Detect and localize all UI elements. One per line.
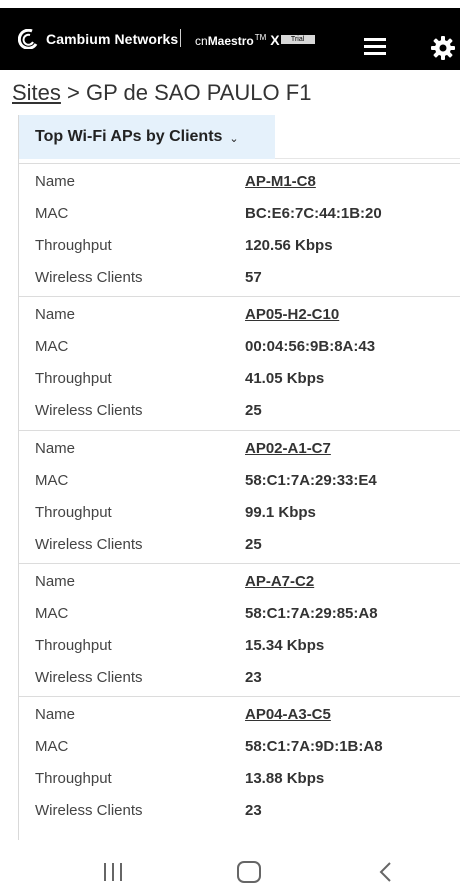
- panel-header-spacer: [275, 115, 460, 159]
- chevron-down-icon: ⌄: [229, 132, 239, 145]
- ap-mac-row: MAC 58:C1:7A:29:85:A8: [19, 605, 460, 637]
- ap-throughput-value: 99.1 Kbps: [245, 504, 316, 521]
- ap-throughput-value: 15.34 Kbps: [245, 637, 325, 654]
- throughput-label: Throughput: [35, 504, 112, 521]
- gear-icon[interactable]: [430, 35, 456, 61]
- ap-mac-row: MAC 58:C1:7A:29:33:E4: [19, 472, 460, 504]
- name-label: Name: [35, 306, 76, 323]
- ap-mac-row: MAC 00:04:56:9B:8A:43: [19, 338, 460, 370]
- hamburger-menu-icon[interactable]: [364, 38, 388, 56]
- breadcrumb-current-site: GP de SAO PAULO F1: [86, 80, 312, 105]
- ap-mac-row: MAC BC:E6:7C:44:1B:20: [19, 205, 460, 237]
- name-label: Name: [35, 173, 76, 190]
- ap-mac-value: 00:04:56:9B:8A:43: [245, 338, 376, 355]
- breadcrumb-sites-link[interactable]: Sites: [12, 80, 61, 105]
- breadcrumb-separator: >: [67, 80, 80, 105]
- home-icon[interactable]: [237, 861, 261, 883]
- ap-name-link[interactable]: AP05-H2-C10: [245, 306, 339, 323]
- ap-throughput-row: Throughput 13.88 Kbps: [19, 770, 460, 802]
- ap-name-row: Name AP05-H2-C10: [19, 306, 460, 338]
- ap-name-row: Name AP-M1-C8: [19, 173, 460, 205]
- trial-badge: Trial: [280, 35, 315, 45]
- product-x: X: [270, 32, 280, 48]
- clients-label: Wireless Clients: [35, 269, 143, 286]
- ap-name-link[interactable]: AP-M1-C8: [245, 173, 316, 190]
- mac-label: MAC: [35, 605, 69, 622]
- product-prefix: cn: [195, 34, 208, 48]
- ap-name-link[interactable]: AP02-A1-C7: [245, 440, 331, 457]
- ap-clients-value: 25: [245, 402, 262, 419]
- clients-label: Wireless Clients: [35, 536, 143, 553]
- product-name: cnMaestroTM X Trial: [195, 32, 315, 48]
- throughput-label: Throughput: [35, 237, 112, 254]
- clients-label: Wireless Clients: [35, 402, 143, 419]
- ap-mac-value: 58:C1:7A:29:33:E4: [245, 472, 377, 489]
- ap-name-row: Name AP-A7-C2: [19, 573, 460, 605]
- ap-name-link[interactable]: AP04-A3-C5: [245, 706, 331, 723]
- ap-entry: Name AP-A7-C2 MAC 58:C1:7A:29:85:A8 Thro…: [19, 563, 460, 696]
- clients-label: Wireless Clients: [35, 669, 143, 686]
- throughput-label: Throughput: [35, 770, 112, 787]
- back-icon[interactable]: [378, 861, 394, 883]
- throughput-label: Throughput: [35, 370, 112, 387]
- ap-clients-value: 23: [245, 669, 262, 686]
- recent-apps-icon[interactable]: [104, 863, 124, 881]
- name-label: Name: [35, 573, 76, 590]
- ap-throughput-row: Throughput 120.56 Kbps: [19, 237, 460, 269]
- mac-label: MAC: [35, 472, 69, 489]
- ap-throughput-value: 13.88 Kbps: [245, 770, 325, 787]
- status-strip: [0, 0, 460, 8]
- ap-name-row: Name AP04-A3-C5: [19, 706, 460, 738]
- panel-title-dropdown[interactable]: Top Wi-Fi APs by Clients ⌄: [19, 115, 275, 159]
- panel-title: Top Wi-Fi APs by Clients: [35, 128, 223, 145]
- ap-name-link[interactable]: AP-A7-C2: [245, 573, 314, 590]
- ap-throughput-row: Throughput 41.05 Kbps: [19, 370, 460, 402]
- ap-entry: Name AP05-H2-C10 MAC 00:04:56:9B:8A:43 T…: [19, 296, 460, 429]
- ap-clients-value: 57: [245, 269, 262, 286]
- mac-label: MAC: [35, 738, 69, 755]
- cambium-logo-icon: [18, 29, 38, 49]
- mac-label: MAC: [35, 338, 69, 355]
- brand-name: Cambium Networks: [46, 31, 179, 47]
- android-nav-bar: [0, 840, 460, 884]
- ap-throughput-value: 120.56 Kbps: [245, 237, 333, 254]
- ap-mac-row: MAC 58:C1:7A:9D:1B:A8: [19, 738, 460, 770]
- product-title: Maestro: [207, 34, 254, 48]
- breadcrumb: Sites > GP de SAO PAULO F1: [12, 80, 311, 106]
- ap-clients-value: 23: [245, 802, 262, 819]
- trademark-mark: TM: [254, 33, 267, 42]
- top-wifi-aps-panel: Top Wi-Fi APs by Clients ⌄ Name AP-M1-C8…: [18, 115, 460, 859]
- ap-throughput-row: Throughput 15.34 Kbps: [19, 637, 460, 669]
- top-bar: Cambium Networks cnMaestroTM X Trial: [0, 8, 460, 70]
- ap-mac-value: 58:C1:7A:29:85:A8: [245, 605, 378, 622]
- ap-mac-value: BC:E6:7C:44:1B:20: [245, 205, 382, 222]
- ap-entry: Name AP04-A3-C5 MAC 58:C1:7A:9D:1B:A8 Th…: [19, 696, 460, 829]
- ap-throughput-value: 41.05 Kbps: [245, 370, 325, 387]
- mac-label: MAC: [35, 205, 69, 222]
- ap-mac-value: 58:C1:7A:9D:1B:A8: [245, 738, 383, 755]
- ap-clients-row: Wireless Clients 23: [19, 802, 460, 834]
- brand-divider: [180, 29, 181, 47]
- ap-throughput-row: Throughput 99.1 Kbps: [19, 504, 460, 536]
- name-label: Name: [35, 440, 76, 457]
- ap-clients-value: 25: [245, 536, 262, 553]
- throughput-label: Throughput: [35, 637, 112, 654]
- name-label: Name: [35, 706, 76, 723]
- clients-label: Wireless Clients: [35, 802, 143, 819]
- ap-entry: Name AP-M1-C8 MAC BC:E6:7C:44:1B:20 Thro…: [19, 163, 460, 296]
- ap-entry: Name AP02-A1-C7 MAC 58:C1:7A:29:33:E4 Th…: [19, 430, 460, 563]
- ap-name-row: Name AP02-A1-C7: [19, 440, 460, 472]
